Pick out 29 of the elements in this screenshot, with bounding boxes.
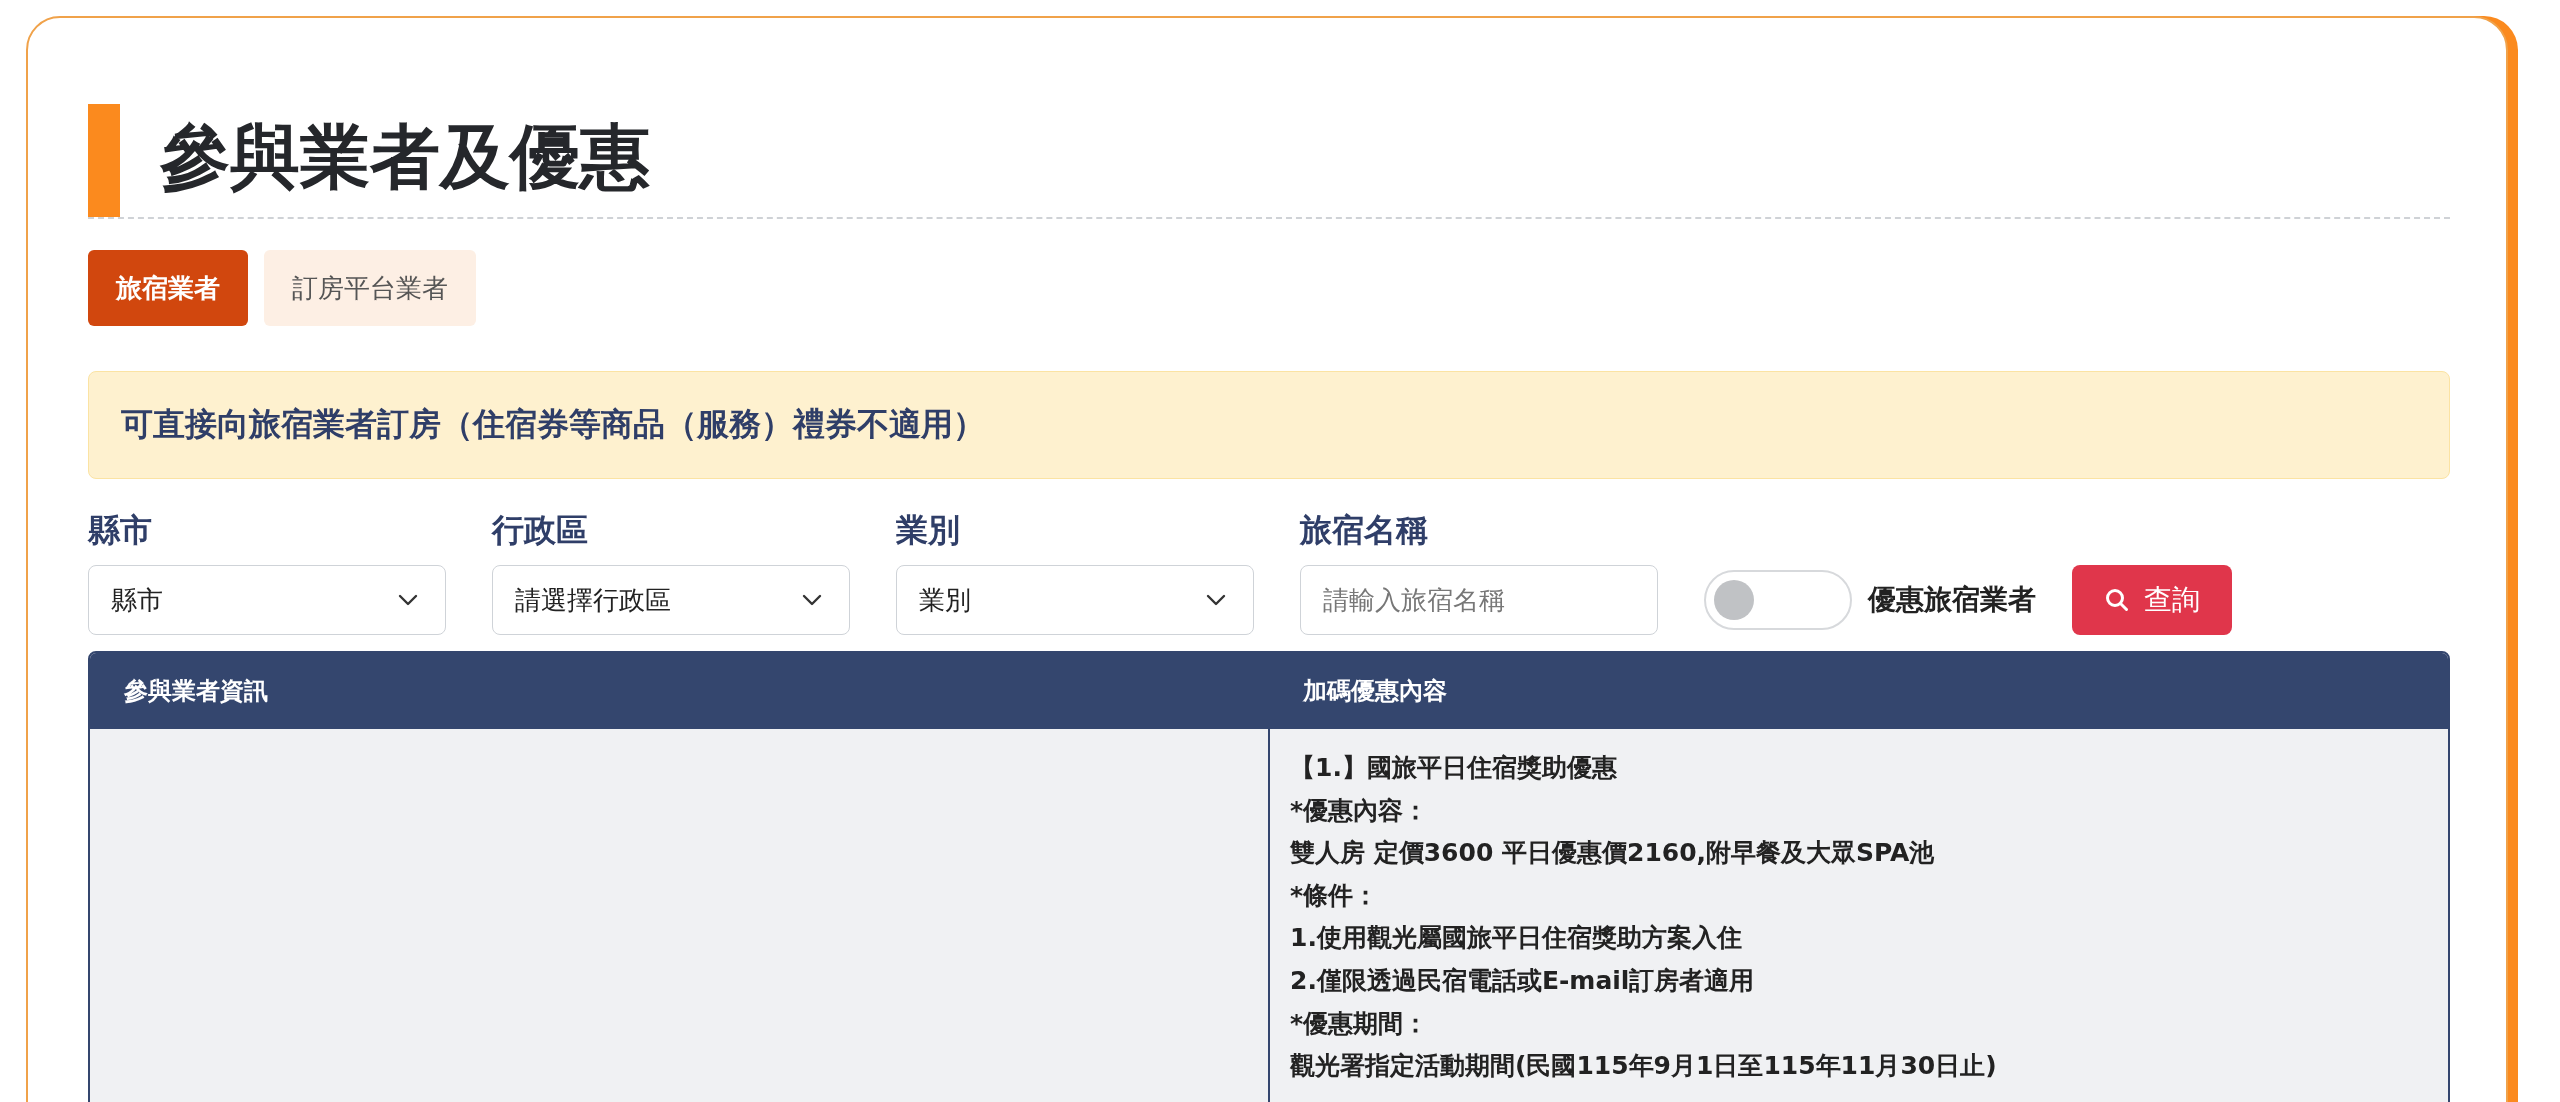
chevron-down-icon	[801, 593, 823, 607]
toggle-label: 優惠旅宿業者	[1868, 582, 2036, 618]
notice-text: 可直接向旅宿業者訂房（住宿券等商品（服務）禮券不適用）	[121, 404, 985, 445]
chevron-down-icon	[1205, 593, 1227, 607]
toggle-switch[interactable]	[1704, 570, 1852, 630]
filter-label: 縣市	[88, 510, 153, 551]
tab[interactable]: 旅宿業者	[88, 250, 248, 326]
column-header: 參與業者資訊	[123, 676, 269, 707]
filter-label: 行政區	[492, 510, 589, 551]
chevron-down-icon	[397, 593, 419, 607]
search-button[interactable]: 查詢	[2072, 565, 2232, 635]
column-header: 加碼優惠內容	[1301, 676, 1448, 707]
dropdown[interactable]: 縣市	[88, 565, 446, 635]
page-title: 參與業者及優惠	[160, 115, 650, 200]
search-icon	[2104, 587, 2130, 613]
offer-text: *優惠期間：	[1290, 1007, 1430, 1040]
dropdown[interactable]: 業別	[896, 565, 1254, 635]
name-input-field[interactable]: 請輸入旅宿名稱	[1300, 565, 1658, 635]
offer-text: *優惠內容：	[1290, 794, 1430, 827]
filter-label: 業別	[896, 510, 961, 551]
dropdown[interactable]: 請選擇行政區	[492, 565, 850, 635]
offer-text: 雙人房 定價3600 平日優惠價2160,附早餐及大眾SPA池	[1290, 837, 1936, 870]
offer-text: 觀光署指定活動期間(民國115年9月1日至115年11月30日止)	[1290, 1050, 1998, 1083]
offer-text: 1.使用觀光屬國旅平日住宿獎助方案入住	[1290, 922, 1743, 955]
filter-label: 旅宿名稱	[1300, 510, 1429, 551]
offer-text: 2.僅限透過民宿電話或E-mail訂房者適用	[1290, 964, 1756, 997]
offer-text: *條件：	[1290, 879, 1380, 912]
tab[interactable]: 訂房平台業者	[264, 250, 476, 326]
offer-text: 【1.】國旅平日住宿獎助優惠	[1290, 752, 1618, 784]
